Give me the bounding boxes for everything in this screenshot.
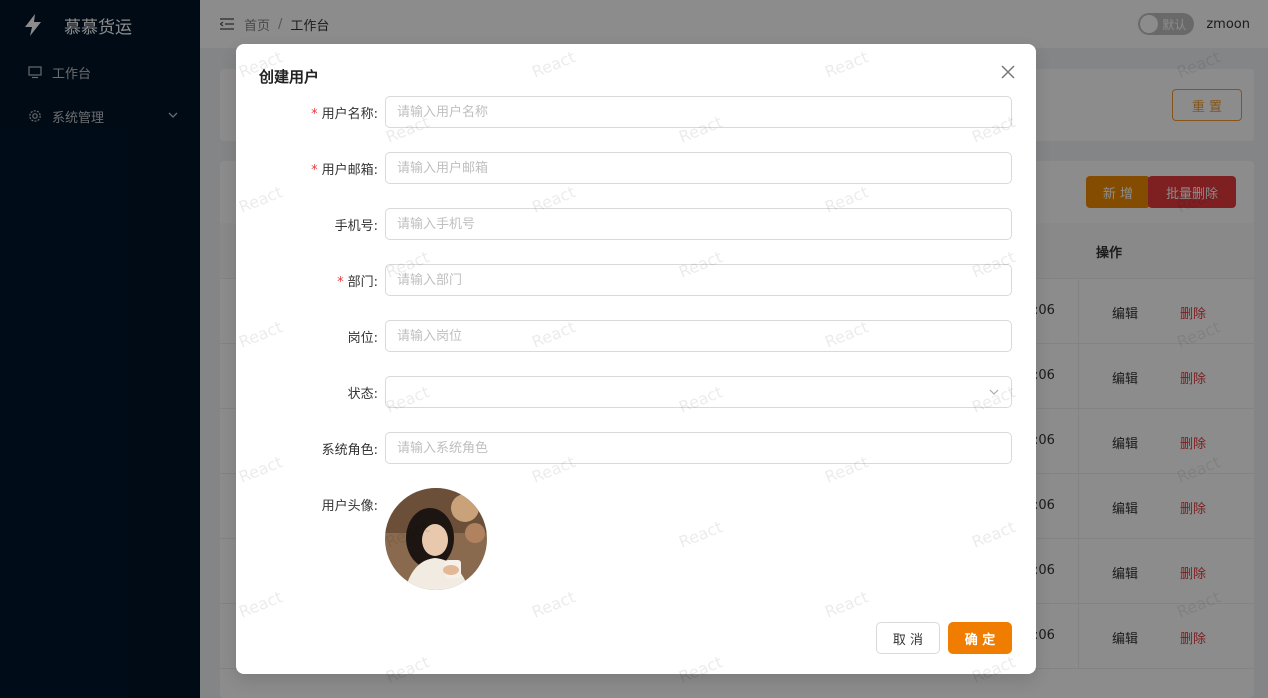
close-icon[interactable]: [1000, 64, 1016, 80]
avatar-upload[interactable]: [385, 488, 487, 590]
required-mark: *: [311, 163, 318, 178]
form-row-phone: 手机号:: [236, 208, 1036, 240]
field-label: * 部门:: [337, 275, 378, 290]
form-row-email: * 用户邮箱:: [236, 152, 1036, 184]
form-row-status: 状态:: [236, 376, 1036, 408]
chevron-down-icon: [989, 389, 999, 395]
position-input[interactable]: [385, 320, 1012, 352]
modal-title: 创建用户: [259, 68, 320, 86]
email-input[interactable]: [385, 152, 1012, 184]
form-row-avatar: 用户头像:: [236, 488, 1036, 520]
field-label: 系统角色:: [321, 443, 378, 458]
required-mark: *: [337, 275, 344, 290]
status-select[interactable]: [385, 376, 1012, 408]
username-input[interactable]: [385, 96, 1012, 128]
department-input[interactable]: [385, 264, 1012, 296]
phone-input[interactable]: [385, 208, 1012, 240]
field-label: 状态:: [347, 387, 378, 402]
field-label: 岗位:: [347, 331, 378, 346]
form-row-username: * 用户名称:: [236, 96, 1036, 128]
field-label: * 用户名称:: [311, 107, 378, 122]
form-row-role: 系统角色:: [236, 432, 1036, 464]
required-mark: *: [311, 107, 318, 122]
create-user-modal: 创建用户 *用户名称: *用户邮箱: 手机号: *部门: 岗位: 状态: 系统角…: [236, 44, 1036, 674]
avatar-image: [385, 488, 487, 590]
field-label: 用户头像:: [321, 499, 378, 514]
cancel-button[interactable]: 取 消: [876, 622, 940, 654]
field-label: * 用户邮箱:: [311, 163, 378, 178]
role-input[interactable]: [385, 432, 1012, 464]
form-row-department: * 部门:: [236, 264, 1036, 296]
form-row-position: 岗位:: [236, 320, 1036, 352]
field-label: 手机号:: [334, 219, 378, 234]
confirm-button[interactable]: 确 定: [948, 622, 1012, 654]
